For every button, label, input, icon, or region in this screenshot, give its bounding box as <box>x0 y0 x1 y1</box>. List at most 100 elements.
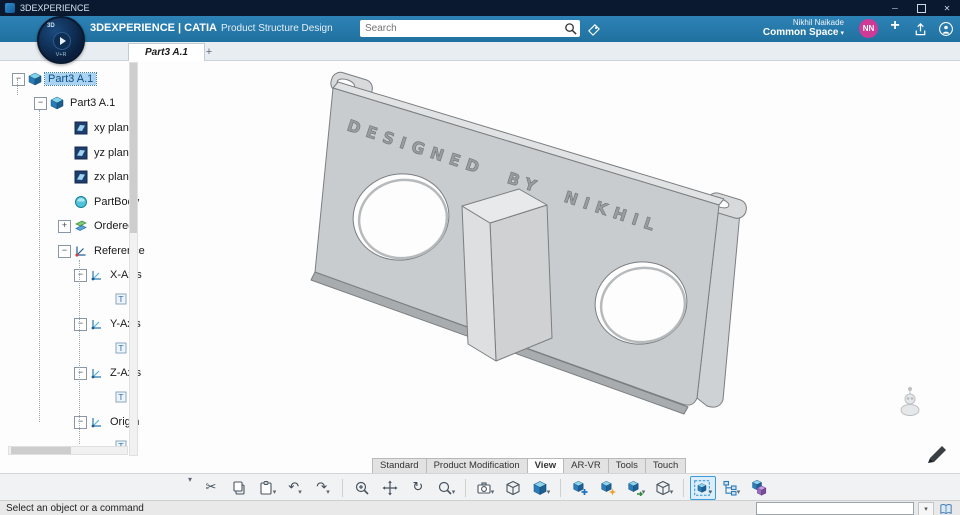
robot-assistant-icon[interactable] <box>900 387 920 416</box>
tree-item-partbody[interactable]: PartBody <box>0 190 186 214</box>
tree-item-xy-plane[interactable]: xy plane <box>0 116 186 140</box>
iso-cube-icon <box>505 480 521 496</box>
tree-item-label[interactable]: Part3 A.1 <box>67 97 118 109</box>
dropdown-caret-icon[interactable]: ▾ <box>737 488 741 496</box>
expander-icon[interactable]: − <box>74 366 87 380</box>
expander-icon[interactable]: − <box>34 96 47 110</box>
window-close-button[interactable]: ✕ <box>934 0 960 16</box>
dropdown-caret-icon[interactable]: ▾ <box>491 488 495 496</box>
stylus-icon[interactable] <box>928 446 946 463</box>
design-structure-button[interactable]: ▾ <box>718 476 744 500</box>
search-icon[interactable] <box>564 22 577 35</box>
dropdown-caret-icon[interactable]: ▾ <box>273 488 277 496</box>
ordered-set-icon <box>74 219 88 233</box>
insert-existing-button[interactable]: ▾ <box>623 476 649 500</box>
undo-button[interactable]: ↶ ▾ <box>282 476 308 500</box>
rotate-view-button[interactable]: ↻ <box>405 476 431 500</box>
search-input[interactable] <box>363 21 564 36</box>
expander-icon[interactable]: − <box>74 317 87 331</box>
model-tree-panel: − Part3 A.1 − Part3 A.1 xy plane yz plan… <box>0 60 145 458</box>
redo-button[interactable]: ↷ ▾ <box>310 476 336 500</box>
command-options-button[interactable]: ▾ <box>918 501 934 515</box>
tab-view[interactable]: View <box>526 458 564 474</box>
tree-item-label[interactable]: Z-Axis <box>107 367 144 379</box>
session-content-button[interactable]: ▾ <box>651 476 677 500</box>
dropdown-caret-icon[interactable]: ▾ <box>709 488 713 496</box>
tab-touch[interactable]: Touch <box>644 458 687 474</box>
tree-item-origin[interactable]: − Origin <box>0 410 202 434</box>
camera-icon <box>477 481 491 494</box>
expander-icon[interactable]: − <box>74 268 87 282</box>
insert-component-button[interactable] <box>567 476 593 500</box>
expander-icon[interactable]: + <box>58 219 71 233</box>
axis-icon <box>90 366 104 380</box>
paste-button[interactable]: ▾ <box>254 476 280 500</box>
zoom-in-button[interactable] <box>349 476 375 500</box>
dropdown-caret-icon[interactable]: ▾ <box>642 488 646 496</box>
add-content-button[interactable]: + <box>886 17 904 35</box>
user-name: Nikhil Naikade <box>792 18 844 27</box>
tree-vertical-scrollbar[interactable] <box>129 62 138 456</box>
tab-tools[interactable]: Tools <box>607 458 645 474</box>
3dexperience-compass[interactable]: 3D V+R <box>37 16 85 64</box>
render-style-button[interactable]: ▾ <box>528 476 554 500</box>
product-icon <box>28 72 42 86</box>
capture-button[interactable]: ▾ <box>472 476 498 500</box>
tab-product-modification[interactable]: Product Modification <box>425 458 527 474</box>
compass-south-label: V+R <box>55 52 67 58</box>
tree-item-label[interactable]: Y-Axis <box>107 318 144 330</box>
community-globe-icon[interactable] <box>938 21 954 37</box>
new-tab-button[interactable]: + <box>200 43 218 60</box>
tag-icon[interactable] <box>585 21 601 37</box>
update-button[interactable] <box>746 476 772 500</box>
window-minimize-button[interactable]: ─ <box>882 0 908 16</box>
copy-button[interactable] <box>226 476 252 500</box>
window-title: 3DEXPERIENCE <box>20 3 90 13</box>
tree-item-reference-set[interactable]: − Reference <box>0 239 186 263</box>
dropdown-caret-icon[interactable]: ▾ <box>298 488 302 496</box>
tree-item-zx-plane[interactable]: zx plane <box>0 165 186 189</box>
tree-item-axis-feature[interactable] <box>0 385 226 409</box>
expander-icon[interactable]: − <box>58 244 71 258</box>
dropdown-caret-icon[interactable]: ▾ <box>452 488 456 496</box>
tree-item-axis-feature[interactable] <box>0 287 226 311</box>
expander-icon[interactable]: − <box>74 415 87 429</box>
tree-horizontal-scrollbar[interactable] <box>8 446 128 455</box>
tree-item-label[interactable]: Part3 A.1 <box>43 72 98 86</box>
plane-icon <box>74 146 88 160</box>
tree-item-z-axis[interactable]: − Z-Axis <box>0 361 202 385</box>
search-bar[interactable] <box>360 20 580 37</box>
cut-button[interactable]: ✂ <box>198 476 224 500</box>
expander-icon[interactable]: − <box>12 72 25 86</box>
tree-item-yz-plane[interactable]: yz plane <box>0 141 186 165</box>
explore-mode-button[interactable]: ▾ <box>690 475 716 500</box>
dropdown-caret-icon[interactable]: ▾ <box>670 488 674 496</box>
tree-item-root[interactable]: − Part3 A.1 <box>0 67 140 91</box>
zoom-button[interactable]: ▾ <box>433 476 459 500</box>
command-input[interactable] <box>756 502 914 515</box>
tree-item-label[interactable]: X-Axis <box>107 269 145 281</box>
tree-item-ordered-set[interactable]: + Ordered <box>0 214 186 238</box>
tree-item-label[interactable]: Reference <box>91 245 148 257</box>
insert-product-button[interactable] <box>595 476 621 500</box>
share-icon[interactable] <box>912 21 928 37</box>
tree-item-axis-feature[interactable] <box>0 336 226 360</box>
dropdown-caret-icon[interactable]: ▾ <box>547 488 551 496</box>
dropdown-caret-icon[interactable]: ▾ <box>326 488 330 496</box>
tab-part3[interactable]: Part3 A.1 <box>128 43 205 61</box>
toolbar-overflow-chevron[interactable]: ▾ <box>188 475 192 484</box>
documentation-book-icon[interactable] <box>938 502 954 515</box>
user-space-selector[interactable]: Nikhil Naikade Common Space ▾ <box>763 18 844 39</box>
compass-play-button[interactable] <box>53 32 71 50</box>
toolbar-separator <box>465 478 466 497</box>
tree-item-x-axis[interactable]: − X-Axis <box>0 263 202 287</box>
tab-standard[interactable]: Standard <box>372 458 426 474</box>
avatar[interactable]: NN <box>859 19 878 38</box>
toolbar-separator <box>342 478 343 497</box>
pan-button[interactable] <box>377 476 403 500</box>
tab-ar-vr[interactable]: AR-VR <box>563 458 608 474</box>
tree-item-y-axis[interactable]: − Y-Axis <box>0 312 202 336</box>
window-maximize-button[interactable] <box>908 0 934 16</box>
view-orientation-button[interactable] <box>500 476 526 500</box>
tree-connector-line <box>79 260 80 444</box>
